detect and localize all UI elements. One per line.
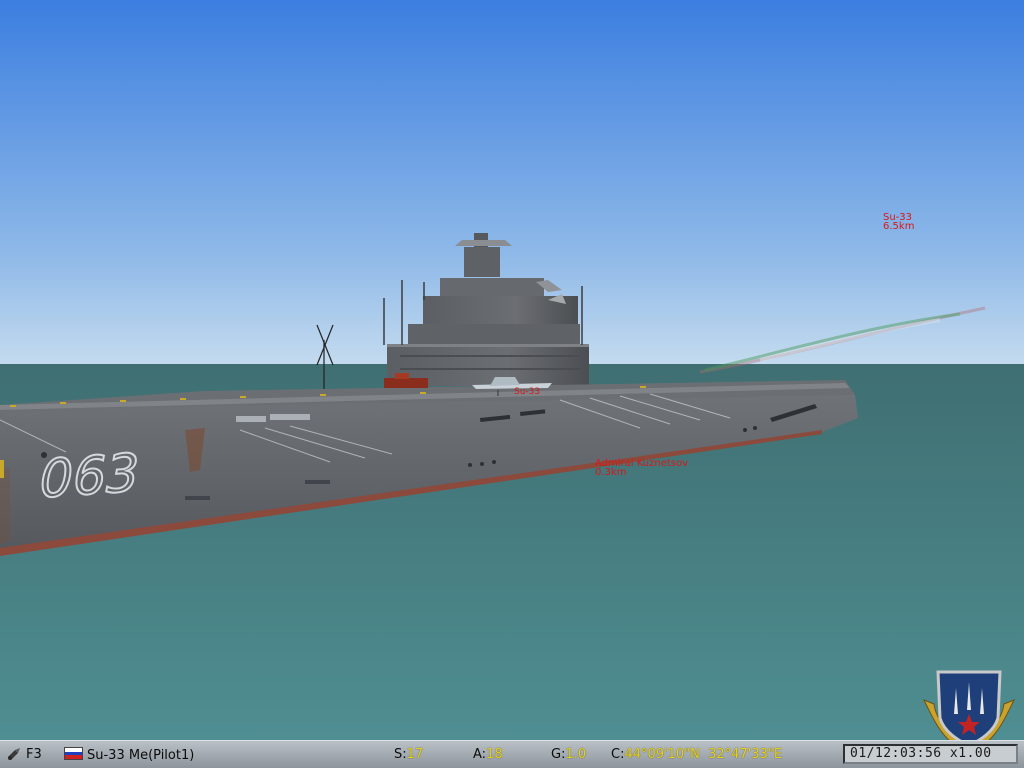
altitude-readout: A:18 (473, 747, 503, 762)
simulation-viewport[interactable]: 063 (0, 0, 1024, 740)
speed-label: S: (394, 747, 407, 762)
carrier-label-distance: 0.3km (595, 467, 627, 478)
g-force-label: G: (551, 747, 566, 762)
speed-value: 17 (406, 747, 424, 762)
flag-stripe-red (65, 755, 82, 759)
deck-aircraft-marker: Su-33 (514, 387, 541, 397)
g-force-readout: G:1.0 (551, 747, 586, 762)
unit-name: Su-33 Me(Pilot1) (87, 748, 195, 763)
view-key: F3 (26, 747, 42, 762)
target-label-su33: Su-33 6.5km (883, 213, 915, 232)
coordinates-readout: C:44°09'10"N 32°47'33"E (611, 747, 782, 762)
status-bar: F3 Su-33 Me(Pilot1) S:17 A:18 G:1.0 C:44… (0, 740, 1024, 768)
view-camera-icon (8, 748, 20, 760)
altitude-label: A: (473, 747, 487, 762)
target-label-carrier: Admiral Kuznetsov 0.3km (595, 459, 688, 478)
g-force-value: 1.0 (565, 747, 587, 762)
speed-readout: S:17 (394, 747, 423, 762)
hull-number: 063 (40, 443, 139, 510)
view-indicator[interactable]: F3 (6, 747, 42, 762)
altitude-value: 18 (486, 747, 503, 762)
mission-clock: 01/12:03:56 x1.00 (843, 744, 1018, 764)
russia-flag-icon (64, 747, 83, 760)
target-label-distance: 6.5km (883, 221, 915, 232)
coordinates-value: 44°09'10"N 32°47'33"E (624, 747, 783, 762)
unit-indicator: Su-33 Me(Pilot1) (64, 747, 194, 763)
coordinates-label: C: (611, 747, 625, 762)
